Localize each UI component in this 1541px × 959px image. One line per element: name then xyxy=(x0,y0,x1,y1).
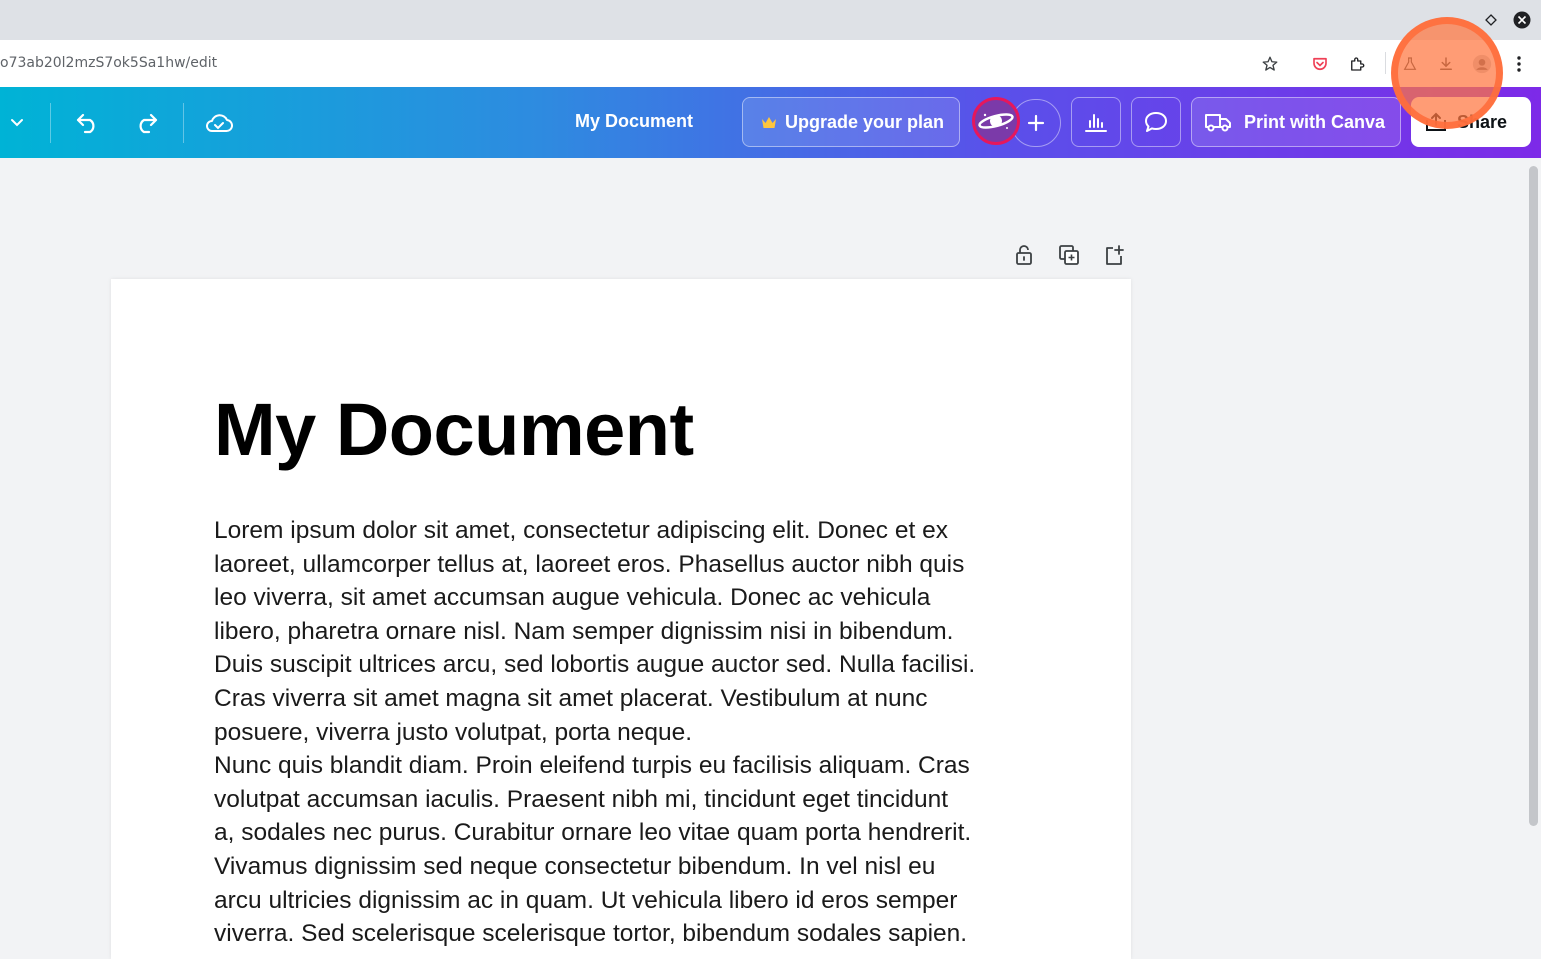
body-line: libero, pharetra ornare nisl. Nam semper… xyxy=(214,617,954,645)
toolbar-divider xyxy=(1385,52,1386,74)
lock-icon[interactable] xyxy=(1011,242,1037,268)
extensions-icon[interactable] xyxy=(1344,51,1370,77)
upgrade-plan-label: Upgrade your plan xyxy=(785,111,945,132)
truck-icon xyxy=(1204,111,1232,133)
document-body[interactable]: Lorem ipsum dolor sit amet, consectetur … xyxy=(214,514,1044,951)
comment-icon[interactable] xyxy=(1131,97,1181,147)
toolbar-divider xyxy=(50,103,51,143)
url-text[interactable]: o73ab20l2mzS7ok5Sa1hw/edit xyxy=(0,55,217,71)
body-line: a, sodales nec purus. Curabitur ornare l… xyxy=(214,819,972,847)
redo-icon[interactable] xyxy=(128,105,164,141)
print-with-canva-label: Print with Canva xyxy=(1244,111,1386,132)
body-line: arcu ultricies dignissim ac in quam. Ut … xyxy=(214,886,958,914)
document-page[interactable]: My Document Lorem ipsum dolor sit amet, … xyxy=(111,279,1131,959)
body-line: viverra. Sed scelerisque scelerisque tor… xyxy=(214,920,968,948)
print-with-canva-button[interactable]: Print with Canva xyxy=(1191,97,1401,147)
duplicate-icon[interactable] xyxy=(1056,242,1082,268)
body-line: Cras viverra sit amet magna sit amet pla… xyxy=(214,684,928,712)
body-line: laoreet, ullamcorper tellus at, laoreet … xyxy=(214,550,965,578)
document-title[interactable]: My Document xyxy=(575,111,693,132)
avatar[interactable] xyxy=(972,97,1020,145)
click-highlight xyxy=(1391,17,1503,129)
chevron-down-icon[interactable] xyxy=(2,107,32,137)
crown-icon xyxy=(761,116,777,129)
document-heading[interactable]: My Document xyxy=(214,387,694,472)
close-window-icon[interactable] xyxy=(1512,10,1532,30)
toolbar-divider xyxy=(183,103,184,143)
body-line: posuere, viverra justo volutpat, porta n… xyxy=(214,718,693,746)
undo-icon[interactable] xyxy=(70,105,106,141)
body-line: leo viverra, sit amet accumsan augue veh… xyxy=(214,584,931,612)
scrollbar-thumb[interactable] xyxy=(1529,166,1538,826)
body-line: volutpat accumsan iaculis. Praesent nibh… xyxy=(214,785,949,813)
analytics-icon[interactable] xyxy=(1071,97,1121,147)
body-line: Duis suscipit ultrices arcu, sed loborti… xyxy=(214,651,976,679)
body-line: Vivamus dignissim sed neque consectetur … xyxy=(214,852,936,880)
restore-window-icon[interactable] xyxy=(1481,10,1501,30)
cloud-saved-icon[interactable] xyxy=(200,104,238,142)
more-icon[interactable] xyxy=(1506,51,1532,77)
browser-tabstrip xyxy=(0,0,1541,40)
editor-toolbar: My Document Upgrade your plan Print with… xyxy=(0,87,1541,158)
address-bar: o73ab20l2mzS7ok5Sa1hw/edit xyxy=(0,40,1541,87)
body-line: Nunc quis blandit diam. Proin eleifend t… xyxy=(214,752,970,780)
upgrade-plan-button[interactable]: Upgrade your plan xyxy=(742,97,960,147)
add-page-icon[interactable] xyxy=(1101,242,1127,268)
star-icon[interactable] xyxy=(1257,51,1283,77)
body-line: Lorem ipsum dolor sit amet, consectetur … xyxy=(214,517,948,544)
pocket-icon[interactable] xyxy=(1307,51,1333,77)
